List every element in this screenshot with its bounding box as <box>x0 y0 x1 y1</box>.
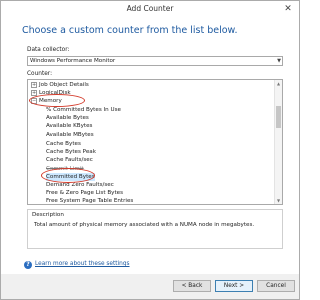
tree-item-committed-bytes[interactable]: Committed Bytes <box>28 173 274 181</box>
tree-item-free-zero-page-list-bytes[interactable]: Free & Zero Page List Bytes <box>28 189 274 197</box>
tree-item-job-object-details[interactable]: + Job Object Details <box>28 81 274 89</box>
tree-item-memory[interactable]: − Memory <box>28 97 274 105</box>
tree-item-available-bytes[interactable]: Available Bytes <box>28 114 274 122</box>
expand-icon[interactable]: + <box>31 90 37 96</box>
tree-item-available-mbytes[interactable]: Available MBytes <box>28 131 274 139</box>
tree-item-label: Free System Page Table Entries <box>46 198 134 204</box>
tree-item-label: LogicalDisk <box>39 90 71 96</box>
description-text: Total amount of physical memory associat… <box>34 222 255 228</box>
tree-item-label: Available KBytes <box>46 123 93 129</box>
data-collector-select[interactable]: Windows Performance Monitor ▼ <box>27 56 283 66</box>
next-button[interactable]: Next > <box>215 280 253 292</box>
page-heading: Choose a custom counter from the list be… <box>22 25 238 36</box>
collapse-icon[interactable]: − <box>31 98 37 104</box>
tree-item-label: Cache Faults/sec <box>46 157 93 163</box>
tree-item-label: Job Object Details <box>39 82 89 88</box>
counter-tree[interactable]: + Job Object Details + LogicalDisk − Mem… <box>27 79 283 205</box>
window-title: Add Counter <box>126 4 174 13</box>
data-collector-label: Data collector: <box>27 47 70 53</box>
tree-item-logicaldisk[interactable]: + LogicalDisk <box>28 89 274 97</box>
tree-item-label: Available Bytes <box>46 115 89 121</box>
description-box: Description Total amount of physical mem… <box>27 209 283 249</box>
tree-item-cache-bytes[interactable]: Cache Bytes <box>28 140 274 148</box>
tree-item-label: Cache Bytes Peak <box>46 149 96 155</box>
scrollbar-thumb[interactable] <box>276 106 281 128</box>
help-icon: ? <box>24 261 32 269</box>
counter-scrollbar[interactable]: ▲ ▼ <box>274 80 282 204</box>
tree-item-label: Cache Bytes <box>46 141 81 147</box>
tree-item-label: Free & Zero Page List Bytes <box>46 190 124 196</box>
scroll-down-icon[interactable]: ▼ <box>275 197 282 204</box>
chevron-down-icon: ▼ <box>277 58 281 64</box>
tree-item-label: % Committed Bytes In Use <box>46 107 121 113</box>
tree-item-committed-bytes-in-use[interactable]: % Committed Bytes In Use <box>28 106 274 114</box>
add-counter-dialog: Add Counter ✕ Choose a custom counter fr… <box>0 0 300 300</box>
tree-item-available-kbytes[interactable]: Available KBytes <box>28 122 274 130</box>
tree-item-cache-bytes-peak[interactable]: Cache Bytes Peak <box>28 148 274 156</box>
cancel-button[interactable]: Cancel <box>257 280 295 292</box>
tree-item-demand-zero-faults[interactable]: Demand Zero Faults/sec <box>28 181 274 189</box>
tree-item-label: Available MBytes <box>46 132 94 138</box>
tree-item-free-system-page-table-entries[interactable]: Free System Page Table Entries <box>28 197 274 204</box>
tree-item-cache-faults[interactable]: Cache Faults/sec <box>28 156 274 164</box>
dialog-footer: < Back Next > Cancel <box>1 274 299 299</box>
data-collector-value: Windows Performance Monitor <box>30 58 116 64</box>
close-button[interactable]: ✕ <box>281 3 295 15</box>
tree-item-label: Memory <box>39 98 62 104</box>
expand-icon[interactable]: + <box>31 82 37 88</box>
scroll-up-icon[interactable]: ▲ <box>275 80 282 87</box>
counter-label: Counter: <box>27 71 53 77</box>
title-bar: Add Counter ✕ <box>1 1 299 18</box>
tree-item-label: Commit Limit <box>46 166 84 172</box>
description-label: Description <box>32 212 64 218</box>
tree-item-commit-limit[interactable]: Commit Limit <box>28 165 274 173</box>
help-link[interactable]: Learn more about these settings <box>35 261 130 267</box>
tree-item-label: Demand Zero Faults/sec <box>46 182 114 188</box>
tree-item-label: Committed Bytes <box>46 173 95 181</box>
back-button[interactable]: < Back <box>173 280 211 292</box>
